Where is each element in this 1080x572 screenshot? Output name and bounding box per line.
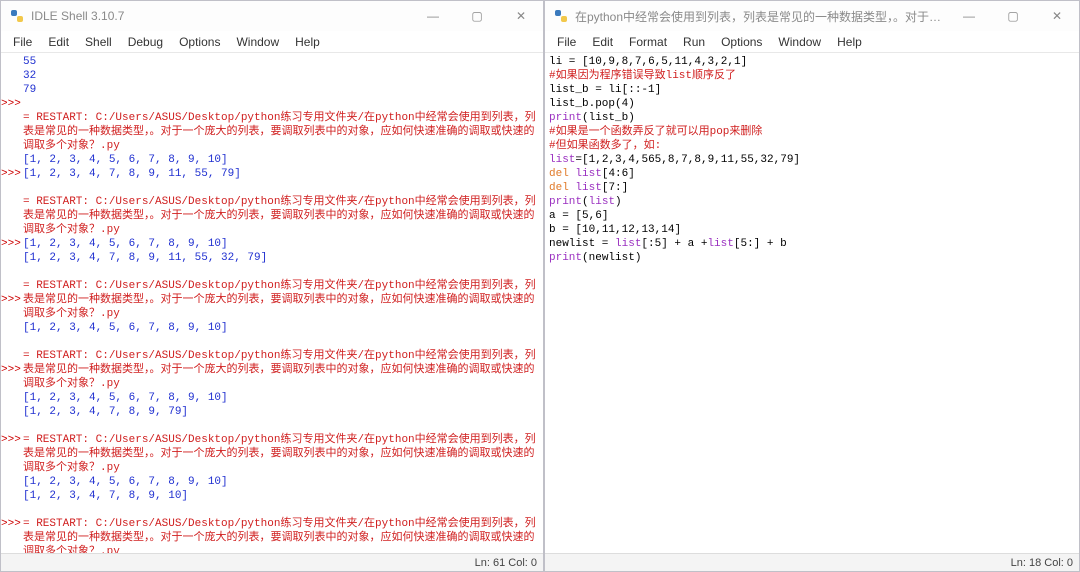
prompt-gutter: >>> >>> >>> >>> >>> >>> >>>	[1, 53, 19, 553]
python-icon	[553, 8, 569, 24]
maximize-button[interactable]: ▢	[455, 1, 499, 31]
code-editor[interactable]: li = [10,9,8,7,6,5,11,4,3,2,1] #如果因为程序错误…	[545, 53, 1079, 553]
menu-file[interactable]: File	[549, 33, 584, 51]
titlebar-left[interactable]: IDLE Shell 3.10.7 — ▢ ✕	[1, 1, 543, 31]
menu-window[interactable]: Window	[770, 33, 829, 51]
menu-edit[interactable]: Edit	[40, 33, 77, 51]
shell-output[interactable]: 55 32 79 = RESTART: C:/Users/ASUS/Deskto…	[19, 53, 543, 553]
menu-format[interactable]: Format	[621, 33, 675, 51]
menu-edit[interactable]: Edit	[584, 33, 621, 51]
source-code[interactable]: li = [10,9,8,7,6,5,11,4,3,2,1] #如果因为程序错误…	[545, 53, 1079, 553]
minimize-button[interactable]: —	[411, 1, 455, 31]
menu-options[interactable]: Options	[713, 33, 770, 51]
minimize-button[interactable]: —	[947, 1, 991, 31]
maximize-button[interactable]: ▢	[991, 1, 1035, 31]
window-title-right: 在python中经常会使用到列表，列表是常见的一种数据类型，。对于一…	[575, 8, 947, 25]
idle-editor-window: 在python中经常会使用到列表，列表是常见的一种数据类型，。对于一… — ▢ …	[544, 0, 1080, 572]
statusbar-right: Ln: 18 Col: 0	[545, 553, 1079, 571]
menu-file[interactable]: File	[5, 33, 40, 51]
menu-window[interactable]: Window	[228, 33, 287, 51]
menu-debug[interactable]: Debug	[120, 33, 171, 51]
menubar-left: File Edit Shell Debug Options Window Hel…	[1, 31, 543, 53]
idle-shell-window: IDLE Shell 3.10.7 — ▢ ✕ File Edit Shell …	[0, 0, 544, 572]
menubar-right: File Edit Format Run Options Window Help	[545, 31, 1079, 53]
menu-shell[interactable]: Shell	[77, 33, 120, 51]
python-icon	[9, 8, 25, 24]
titlebar-right[interactable]: 在python中经常会使用到列表，列表是常见的一种数据类型，。对于一… — ▢ …	[545, 1, 1079, 31]
menu-help[interactable]: Help	[287, 33, 328, 51]
close-button[interactable]: ✕	[1035, 1, 1079, 31]
status-text-left: Ln: 61 Col: 0	[475, 557, 537, 569]
menu-run[interactable]: Run	[675, 33, 713, 51]
close-button[interactable]: ✕	[499, 1, 543, 31]
window-title-left: IDLE Shell 3.10.7	[31, 9, 411, 23]
statusbar-left: Ln: 61 Col: 0	[1, 553, 543, 571]
status-text-right: Ln: 18 Col: 0	[1011, 557, 1073, 569]
shell-editor[interactable]: >>> >>> >>> >>> >>> >>> >>> 55 32 79 = R…	[1, 53, 543, 553]
menu-help[interactable]: Help	[829, 33, 870, 51]
menu-options[interactable]: Options	[171, 33, 228, 51]
